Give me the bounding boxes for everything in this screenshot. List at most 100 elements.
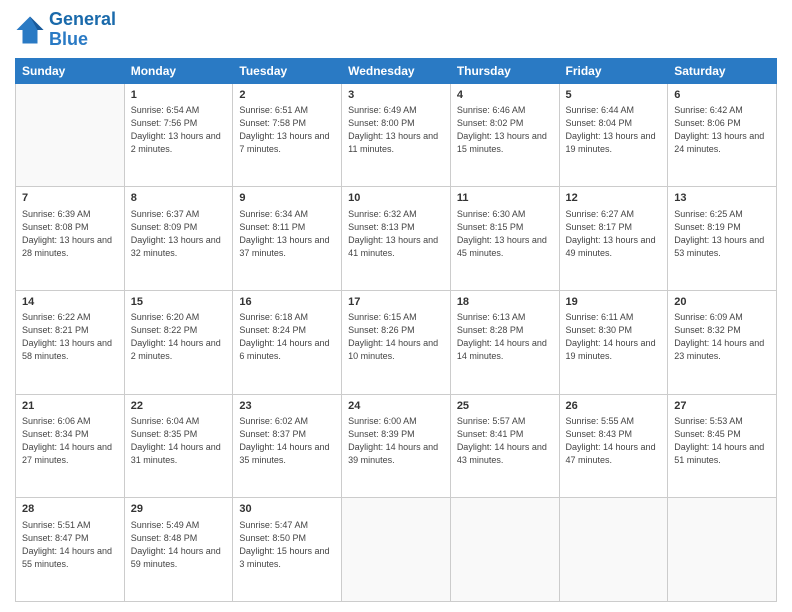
day-number: 9 (239, 191, 335, 206)
day-info: Sunrise: 6:09 AMSunset: 8:32 PMDaylight:… (674, 311, 770, 363)
day-number: 14 (22, 295, 118, 310)
day-number: 4 (457, 88, 553, 103)
day-info: Sunrise: 5:51 AMSunset: 8:47 PMDaylight:… (22, 519, 118, 571)
calendar-header-row: SundayMondayTuesdayWednesdayThursdayFrid… (16, 58, 777, 83)
day-info: Sunrise: 6:37 AMSunset: 8:09 PMDaylight:… (131, 208, 227, 260)
day-number: 23 (239, 399, 335, 414)
calendar-day-cell: 22Sunrise: 6:04 AMSunset: 8:35 PMDayligh… (124, 394, 233, 498)
page: General Blue SundayMondayTuesdayWednesda… (0, 0, 792, 612)
day-info: Sunrise: 6:46 AMSunset: 8:02 PMDaylight:… (457, 104, 553, 156)
day-number: 8 (131, 191, 227, 206)
day-info: Sunrise: 6:20 AMSunset: 8:22 PMDaylight:… (131, 311, 227, 363)
calendar-day-cell: 23Sunrise: 6:02 AMSunset: 8:37 PMDayligh… (233, 394, 342, 498)
calendar-day-cell: 29 Sunrise: 5:49 AMSunset: 8:48 PMDayligh… (124, 498, 233, 602)
day-number: 26 (566, 399, 662, 414)
calendar-day-cell: 12Sunrise: 6:27 AMSunset: 8:17 PMDayligh… (559, 187, 668, 291)
calendar-day-cell: 19Sunrise: 6:11 AMSunset: 8:30 PMDayligh… (559, 290, 668, 394)
day-number: 20 (674, 295, 770, 310)
day-info: Sunrise: 5:49 AMSunset: 8:48 PMDaylight:… (131, 519, 227, 571)
calendar-day-cell: 14Sunrise: 6:22 AMSunset: 8:21 PMDayligh… (16, 290, 125, 394)
weekday-header: Wednesday (342, 58, 451, 83)
calendar-day-cell: 10 Sunrise: 6:32 AMSunset: 8:13 PMDayligh… (342, 187, 451, 291)
logo-icon (15, 15, 45, 45)
calendar-day-cell: 17Sunrise: 6:15 AMSunset: 8:26 PMDayligh… (342, 290, 451, 394)
calendar-day-cell (342, 498, 451, 602)
day-number: 27 (674, 399, 770, 414)
calendar-day-cell: 27Sunrise: 5:53 AMSunset: 8:45 PMDayligh… (668, 394, 777, 498)
day-info: Sunrise: 6:04 AMSunset: 8:35 PMDaylight:… (131, 415, 227, 467)
day-info: Sunrise: 6:44 AMSunset: 8:04 PMDaylight:… (566, 104, 662, 156)
calendar-day-cell: 13Sunrise: 6:25 AMSunset: 8:19 PMDayligh… (668, 187, 777, 291)
day-info: Sunrise: 6:32 AMSunset: 8:13 PMDaylight:… (348, 208, 444, 260)
weekday-header: Tuesday (233, 58, 342, 83)
calendar-day-cell (450, 498, 559, 602)
day-info: Sunrise: 6:42 AMSunset: 8:06 PMDaylight:… (674, 104, 770, 156)
day-info: Sunrise: 6:11 AMSunset: 8:30 PMDaylight:… (566, 311, 662, 363)
day-info: Sunrise: 6:00 AMSunset: 8:39 PMDaylight:… (348, 415, 444, 467)
calendar-day-cell: 15Sunrise: 6:20 AMSunset: 8:22 PMDayligh… (124, 290, 233, 394)
calendar-day-cell: 1Sunrise: 6:54 AMSunset: 7:56 PMDaylight… (124, 83, 233, 187)
logo-text: General Blue (49, 10, 116, 50)
day-info: Sunrise: 6:13 AMSunset: 8:28 PMDaylight:… (457, 311, 553, 363)
day-number: 16 (239, 295, 335, 310)
calendar-week-row: 21Sunrise: 6:06 AMSunset: 8:34 PMDayligh… (16, 394, 777, 498)
day-info: Sunrise: 6:15 AMSunset: 8:26 PMDaylight:… (348, 311, 444, 363)
calendar-day-cell: 16Sunrise: 6:18 AMSunset: 8:24 PMDayligh… (233, 290, 342, 394)
calendar-day-cell (559, 498, 668, 602)
day-number: 7 (22, 191, 118, 206)
calendar-day-cell: 18Sunrise: 6:13 AMSunset: 8:28 PMDayligh… (450, 290, 559, 394)
calendar-day-cell (16, 83, 125, 187)
day-info: Sunrise: 6:30 AMSunset: 8:15 PMDaylight:… (457, 208, 553, 260)
day-number: 3 (348, 88, 444, 103)
day-info: Sunrise: 6:22 AMSunset: 8:21 PMDaylight:… (22, 311, 118, 363)
day-info: Sunrise: 6:02 AMSunset: 8:37 PMDaylight:… (239, 415, 335, 467)
weekday-header: Thursday (450, 58, 559, 83)
weekday-header: Saturday (668, 58, 777, 83)
day-number: 17 (348, 295, 444, 310)
calendar-day-cell: 28 Sunrise: 5:51 AMSunset: 8:47 PMDayligh… (16, 498, 125, 602)
day-number: 29 (131, 502, 227, 517)
day-number: 22 (131, 399, 227, 414)
calendar-table: SundayMondayTuesdayWednesdayThursdayFrid… (15, 58, 777, 602)
day-info: Sunrise: 5:55 AMSunset: 8:43 PMDaylight:… (566, 415, 662, 467)
day-info: Sunrise: 5:53 AMSunset: 8:45 PMDaylight:… (674, 415, 770, 467)
calendar-day-cell: 25Sunrise: 5:57 AMSunset: 8:41 PMDayligh… (450, 394, 559, 498)
day-info: Sunrise: 6:51 AMSunset: 7:58 PMDaylight:… (239, 104, 335, 156)
day-info: Sunrise: 6:39 AMSunset: 8:08 PMDaylight:… (22, 208, 118, 260)
calendar-day-cell: 7 Sunrise: 6:39 AMSunset: 8:08 PMDaylight… (16, 187, 125, 291)
day-info: Sunrise: 6:06 AMSunset: 8:34 PMDaylight:… (22, 415, 118, 467)
calendar-day-cell: 20Sunrise: 6:09 AMSunset: 8:32 PMDayligh… (668, 290, 777, 394)
day-number: 11 (457, 191, 553, 206)
calendar-day-cell: 5Sunrise: 6:44 AMSunset: 8:04 PMDaylight… (559, 83, 668, 187)
calendar-day-cell: 6Sunrise: 6:42 AMSunset: 8:06 PMDaylight… (668, 83, 777, 187)
calendar-week-row: 14Sunrise: 6:22 AMSunset: 8:21 PMDayligh… (16, 290, 777, 394)
day-number: 18 (457, 295, 553, 310)
calendar-day-cell: 3Sunrise: 6:49 AMSunset: 8:00 PMDaylight… (342, 83, 451, 187)
calendar-week-row: 7 Sunrise: 6:39 AMSunset: 8:08 PMDaylight… (16, 187, 777, 291)
calendar-day-cell: 24Sunrise: 6:00 AMSunset: 8:39 PMDayligh… (342, 394, 451, 498)
day-info: Sunrise: 6:34 AMSunset: 8:11 PMDaylight:… (239, 208, 335, 260)
calendar-day-cell (668, 498, 777, 602)
day-number: 30 (239, 502, 335, 517)
calendar-day-cell: 8 Sunrise: 6:37 AMSunset: 8:09 PMDaylight… (124, 187, 233, 291)
logo: General Blue (15, 10, 116, 50)
day-info: Sunrise: 6:18 AMSunset: 8:24 PMDaylight:… (239, 311, 335, 363)
calendar-day-cell: 21Sunrise: 6:06 AMSunset: 8:34 PMDayligh… (16, 394, 125, 498)
day-number: 19 (566, 295, 662, 310)
calendar-day-cell: 26Sunrise: 5:55 AMSunset: 8:43 PMDayligh… (559, 394, 668, 498)
day-number: 24 (348, 399, 444, 414)
day-number: 5 (566, 88, 662, 103)
day-number: 10 (348, 191, 444, 206)
calendar-day-cell: 11 Sunrise: 6:30 AMSunset: 8:15 PMDayligh… (450, 187, 559, 291)
day-number: 2 (239, 88, 335, 103)
day-number: 21 (22, 399, 118, 414)
day-info: Sunrise: 5:47 AMSunset: 8:50 PMDaylight:… (239, 519, 335, 571)
header: General Blue (15, 10, 777, 50)
day-info: Sunrise: 6:54 AMSunset: 7:56 PMDaylight:… (131, 104, 227, 156)
day-number: 28 (22, 502, 118, 517)
weekday-header: Friday (559, 58, 668, 83)
day-number: 12 (566, 191, 662, 206)
day-number: 1 (131, 88, 227, 103)
weekday-header: Sunday (16, 58, 125, 83)
calendar-day-cell: 9 Sunrise: 6:34 AMSunset: 8:11 PMDaylight… (233, 187, 342, 291)
